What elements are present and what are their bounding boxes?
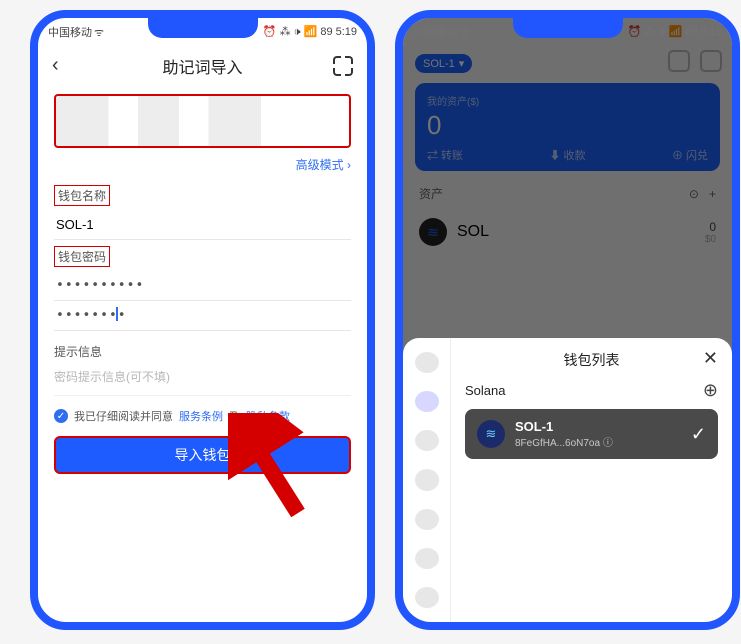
wallet-name-input[interactable] <box>54 210 351 240</box>
chain-name: Solana <box>465 383 505 398</box>
back-icon[interactable]: ‹ <box>52 54 59 77</box>
label-hint: 提示信息 <box>54 343 351 360</box>
chain-row: Solana ⊕ <box>465 380 718 401</box>
agree-checkbox[interactable]: ✓ <box>54 409 68 423</box>
sidebar-chain-icon-4[interactable] <box>415 469 439 490</box>
password-input[interactable]: •••••••••• <box>54 271 351 301</box>
advanced-mode-link[interactable]: 高级模式 › <box>54 156 351 173</box>
check-icon: ✓ <box>691 424 706 445</box>
sidebar-chain-icon-5[interactable] <box>415 509 439 530</box>
signal-icon: ᯤ <box>94 25 104 40</box>
phone-right: 中国移动 ᯤ ⏰ ⁂ 🕩 📶 89 5:19 SOL-1 ▾ 我的资产($) 0… <box>395 10 740 630</box>
hint-input[interactable]: 密码提示信息(可不填) <box>54 364 351 396</box>
close-icon[interactable]: ✕ <box>703 348 718 369</box>
notch <box>513 16 623 38</box>
scan-icon[interactable] <box>333 56 353 76</box>
annotation-arrow-icon <box>228 413 318 523</box>
phone-left: 中国移动 ᯤ ⏰ ⁂ 🕩 📶 89 5:19 ‹ 助记词导入 高级模式 › 钱包… <box>30 10 375 630</box>
wallet-item-icon: ≋ <box>477 420 505 448</box>
battery-label: 89 <box>320 26 332 38</box>
notch <box>148 16 258 38</box>
sidebar-chain-icon-3[interactable] <box>415 430 439 451</box>
carrier-label: 中国移动 <box>48 24 92 40</box>
wallet-item-address: 8FeGfHA...6oN7oa ⓘ <box>515 434 613 449</box>
label-wallet-name: 钱包名称 <box>54 185 110 206</box>
status-icons: ⏰ ⁂ 🕩 📶 <box>263 25 318 39</box>
sheet-title: 钱包列表 <box>465 350 718 370</box>
add-wallet-icon[interactable]: ⊕ <box>703 380 718 401</box>
title-bar: ‹ 助记词导入 <box>38 46 367 86</box>
sidebar-chain-icon-7[interactable] <box>415 587 439 608</box>
mnemonic-input[interactable] <box>54 94 351 148</box>
sheet-main: 钱包列表 ✕ Solana ⊕ ≋ SOL-1 8FeGfHA...6oN7oa… <box>451 338 732 622</box>
page-title: 助记词导入 <box>162 54 242 78</box>
wallet-list-sheet: 钱包列表 ✕ Solana ⊕ ≋ SOL-1 8FeGfHA...6oN7oa… <box>403 338 732 622</box>
sidebar-chain-icon-6[interactable] <box>415 548 439 569</box>
text-cursor <box>116 307 118 321</box>
label-wallet-password: 钱包密码 <box>54 246 110 267</box>
sidebar-chain-icon-1[interactable] <box>415 352 439 373</box>
sidebar-chain-icon-2[interactable] <box>415 391 439 412</box>
agree-text-pre: 我已仔细阅读并同意 <box>74 408 173 424</box>
wallet-item-name: SOL-1 <box>515 419 613 434</box>
time-label: 5:19 <box>336 26 357 38</box>
terms-link[interactable]: 服务条例 <box>179 408 223 424</box>
chain-sidebar <box>403 338 451 622</box>
wallet-item-sol1[interactable]: ≋ SOL-1 8FeGfHA...6oN7oa ⓘ ✓ <box>465 409 718 459</box>
password-confirm-input[interactable]: •••••••• <box>54 301 351 331</box>
